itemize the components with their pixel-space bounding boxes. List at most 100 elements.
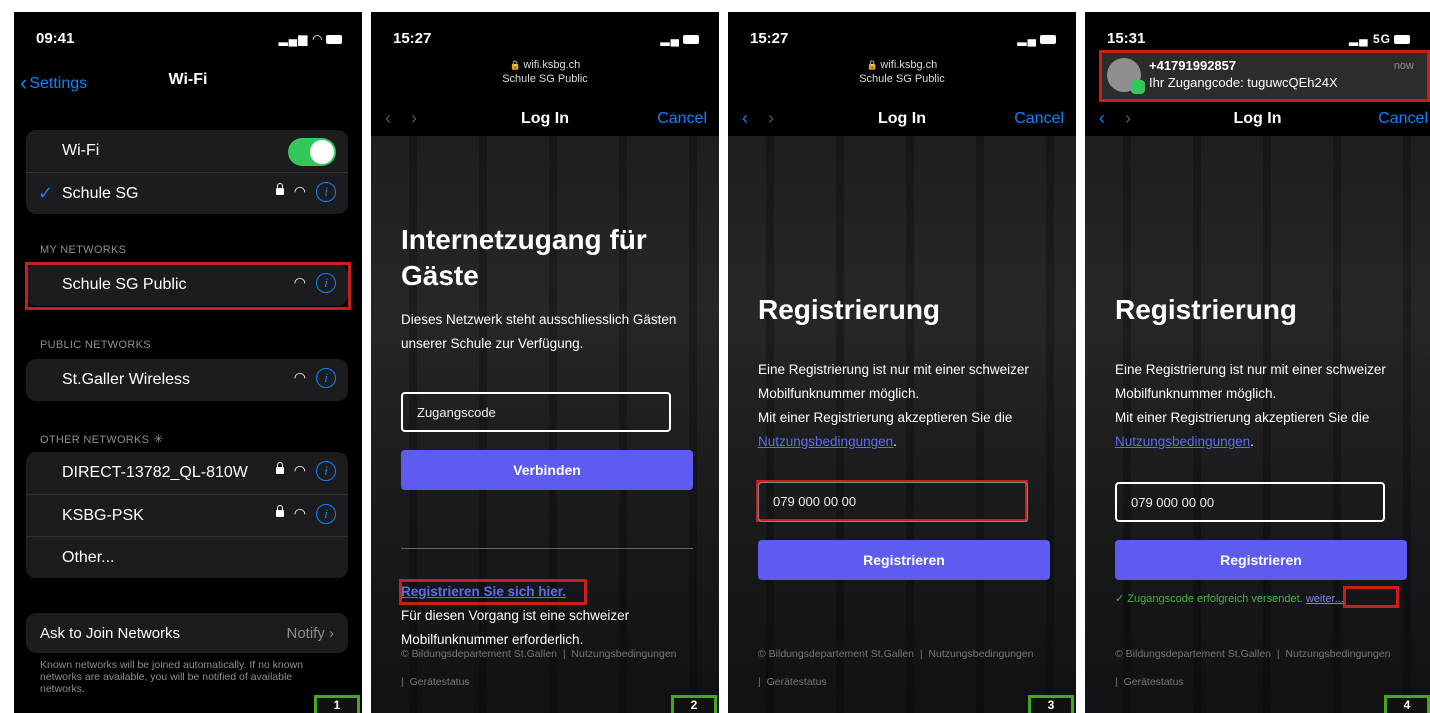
- network-name: Schule SG Public: [62, 276, 187, 293]
- code-input[interactable]: Zugangscode: [401, 392, 671, 432]
- register-button[interactable]: Registrieren: [1115, 540, 1407, 580]
- ask-to-join-label: Ask to Join Networks: [40, 625, 181, 642]
- other-networks-header: OTHER NETWORKS ✳: [40, 432, 164, 446]
- status-time: 15:27: [393, 30, 432, 47]
- status-indicators: ▂▄▆ ◠: [278, 32, 342, 46]
- wifi-main-group: Wi-Fi ✓ Schule SG ◠ i: [26, 130, 348, 214]
- footer-terms-link[interactable]: Nutzungsbedingungen: [928, 648, 1033, 660]
- success-text: Zugangscode erfolgreich versendet.: [1127, 593, 1303, 605]
- page-title: Wi-Fi: [168, 71, 208, 88]
- network-label: Schule SG Public: [502, 73, 588, 85]
- info-icon[interactable]: i: [316, 368, 336, 388]
- nav-bar: ‹ Settings Wi-Fi: [14, 70, 362, 95]
- phone-input[interactable]: 079 000 00 00: [1115, 482, 1385, 522]
- network-row[interactable]: St.Galler Wireless ◠ i: [26, 359, 348, 401]
- wifi-toggle[interactable]: [288, 138, 336, 166]
- wifi-toggle-row: Wi-Fi: [26, 130, 348, 172]
- text-line-1: Eine Registrierung ist nur mit einer sch…: [1115, 362, 1386, 401]
- my-networks-header: MY NETWORKS: [40, 244, 127, 256]
- registration-screen: 15:27 ▂▄ wifi.ksbg.ch Schule SG Public ‹…: [728, 12, 1076, 713]
- browser-nav: ‹› Log In Cancel: [371, 108, 719, 130]
- wifi-status-icon: ◠: [312, 32, 323, 46]
- cancel-button[interactable]: Cancel: [1378, 110, 1428, 128]
- url-area: wifi.ksbg.ch Schule SG Public: [728, 58, 1076, 86]
- register-button[interactable]: Registrieren: [758, 540, 1050, 580]
- register-link-wrap: Registrieren Sie sich hier.: [401, 580, 703, 604]
- battery-icon: [1394, 35, 1410, 45]
- other-networks-label: OTHER NETWORKS: [40, 434, 150, 446]
- connected-network-row[interactable]: ✓ Schule SG ◠ i: [26, 172, 348, 214]
- my-networks-group: Schule SG Public ◠ i: [26, 264, 348, 306]
- page-heading: Registrierung: [1115, 294, 1298, 325]
- status-bar: 15:27 ▂▄: [750, 30, 1056, 50]
- registration-success-screen: 15:31 ▂▄ 5G +41791992857 Ihr Zugangcode:…: [1085, 12, 1430, 713]
- footer-status-link[interactable]: Gerätestatus: [410, 676, 470, 688]
- battery-icon: [683, 35, 699, 45]
- sms-notification[interactable]: +41791992857 Ihr Zugangcode: tuguwcQEh24…: [1099, 52, 1428, 100]
- other-network-row[interactable]: Other...: [26, 536, 348, 578]
- status-time: 15:31: [1107, 30, 1146, 47]
- url-area: wifi.ksbg.ch Schule SG Public: [371, 58, 719, 86]
- signal-icon: ▂▄: [660, 32, 680, 46]
- other-networks-group: DIRECT-13782_QL-810W ◠ i KSBG-PSK ◠ i Othe…: [26, 452, 348, 578]
- lock-icon: [275, 183, 284, 195]
- next-link[interactable]: weiter...: [1306, 593, 1344, 605]
- wifi-icon: ◠: [293, 505, 306, 521]
- footer-status-link[interactable]: Gerätestatus: [767, 676, 827, 688]
- status-time: 15:27: [750, 30, 789, 47]
- ask-to-join-row[interactable]: Ask to Join Networks Notify ›: [26, 613, 348, 653]
- public-networks-header: PUBLIC NETWORKS: [40, 339, 151, 351]
- checkmark-icon: ✓: [38, 183, 54, 203]
- terms-link[interactable]: Nutzungsbedingungen: [758, 434, 893, 449]
- footer-status-link[interactable]: Gerätestatus: [1124, 676, 1184, 688]
- avatar: [1107, 58, 1145, 94]
- step-badge: 4: [1384, 695, 1430, 713]
- footer-dept: © Bildungsdepartement St.Gallen: [758, 648, 914, 660]
- info-icon[interactable]: i: [316, 504, 336, 524]
- register-link[interactable]: Registrieren Sie sich hier.: [401, 584, 566, 599]
- footer: © Bildungsdepartement St.Gallen | Nutzun…: [401, 648, 677, 688]
- divider: [401, 548, 693, 549]
- footer-terms-link[interactable]: Nutzungsbedingungen: [1285, 648, 1390, 660]
- connect-button[interactable]: Verbinden: [401, 450, 693, 490]
- network-row[interactable]: KSBG-PSK ◠ i: [26, 494, 348, 536]
- wifi-icon: ◠: [293, 369, 306, 385]
- info-icon[interactable]: i: [316, 273, 336, 293]
- footer-dept: © Bildungsdepartement St.Gallen: [401, 648, 557, 660]
- status-indicators: ▂▄: [1017, 32, 1056, 46]
- lock-icon: [275, 462, 284, 474]
- cancel-button[interactable]: Cancel: [657, 110, 707, 128]
- network-row[interactable]: Schule SG Public ◠ i: [26, 264, 348, 306]
- footer: © Bildungsdepartement St.Gallen | Nutzun…: [758, 648, 1034, 688]
- network-label: Schule SG Public: [859, 73, 945, 85]
- network-row[interactable]: DIRECT-13782_QL-810W ◠ i: [26, 452, 348, 494]
- info-icon[interactable]: i: [316, 182, 336, 202]
- text-line-2: Mit einer Registrierung akzeptieren Sie …: [758, 410, 1013, 425]
- notification-time: now: [1393, 60, 1414, 72]
- captive-login-screen: 15:27 ▂▄ wifi.ksbg.ch Schule SG Public ‹…: [371, 12, 719, 713]
- info-icon[interactable]: i: [316, 461, 336, 481]
- step-badge: 2: [671, 695, 717, 713]
- notify-value: Notify: [286, 625, 325, 642]
- web-content: Internetzugang für Gäste Dieses Netzwerk…: [371, 136, 719, 713]
- browser-nav: ‹› Log In Cancel: [728, 108, 1076, 130]
- phone-input[interactable]: 079 000 00 00: [758, 482, 1028, 522]
- success-message: ✓ Zugangscode erfolgreich versendet. wei…: [1115, 592, 1344, 605]
- notification-sender: +41791992857: [1149, 58, 1237, 73]
- status-indicators: ▂▄: [660, 32, 699, 46]
- chevron-right-icon: ›: [329, 625, 334, 642]
- page-text: Dieses Netzwerk steht ausschliesslich Gä…: [401, 312, 677, 351]
- step-badge: 1: [314, 695, 360, 713]
- status-bar: 15:31 ▂▄ 5G: [1107, 30, 1410, 50]
- signal-icon: ▂▄: [1017, 32, 1037, 46]
- footer: © Bildungsdepartement St.Gallen | Nutzun…: [1115, 648, 1391, 688]
- wifi-label: Wi-Fi: [62, 142, 100, 159]
- page-text: Eine Registrierung ist nur mit einer sch…: [758, 362, 1029, 449]
- spinner-icon: ✳: [153, 432, 164, 446]
- network-name: KSBG-PSK: [62, 507, 144, 524]
- status-bar: 15:27 ▂▄: [393, 30, 699, 50]
- network-name: DIRECT-13782_QL-810W: [62, 464, 248, 481]
- terms-link[interactable]: Nutzungsbedingungen: [1115, 434, 1250, 449]
- footer-terms-link[interactable]: Nutzungsbedingungen: [571, 648, 676, 660]
- cancel-button[interactable]: Cancel: [1014, 110, 1064, 128]
